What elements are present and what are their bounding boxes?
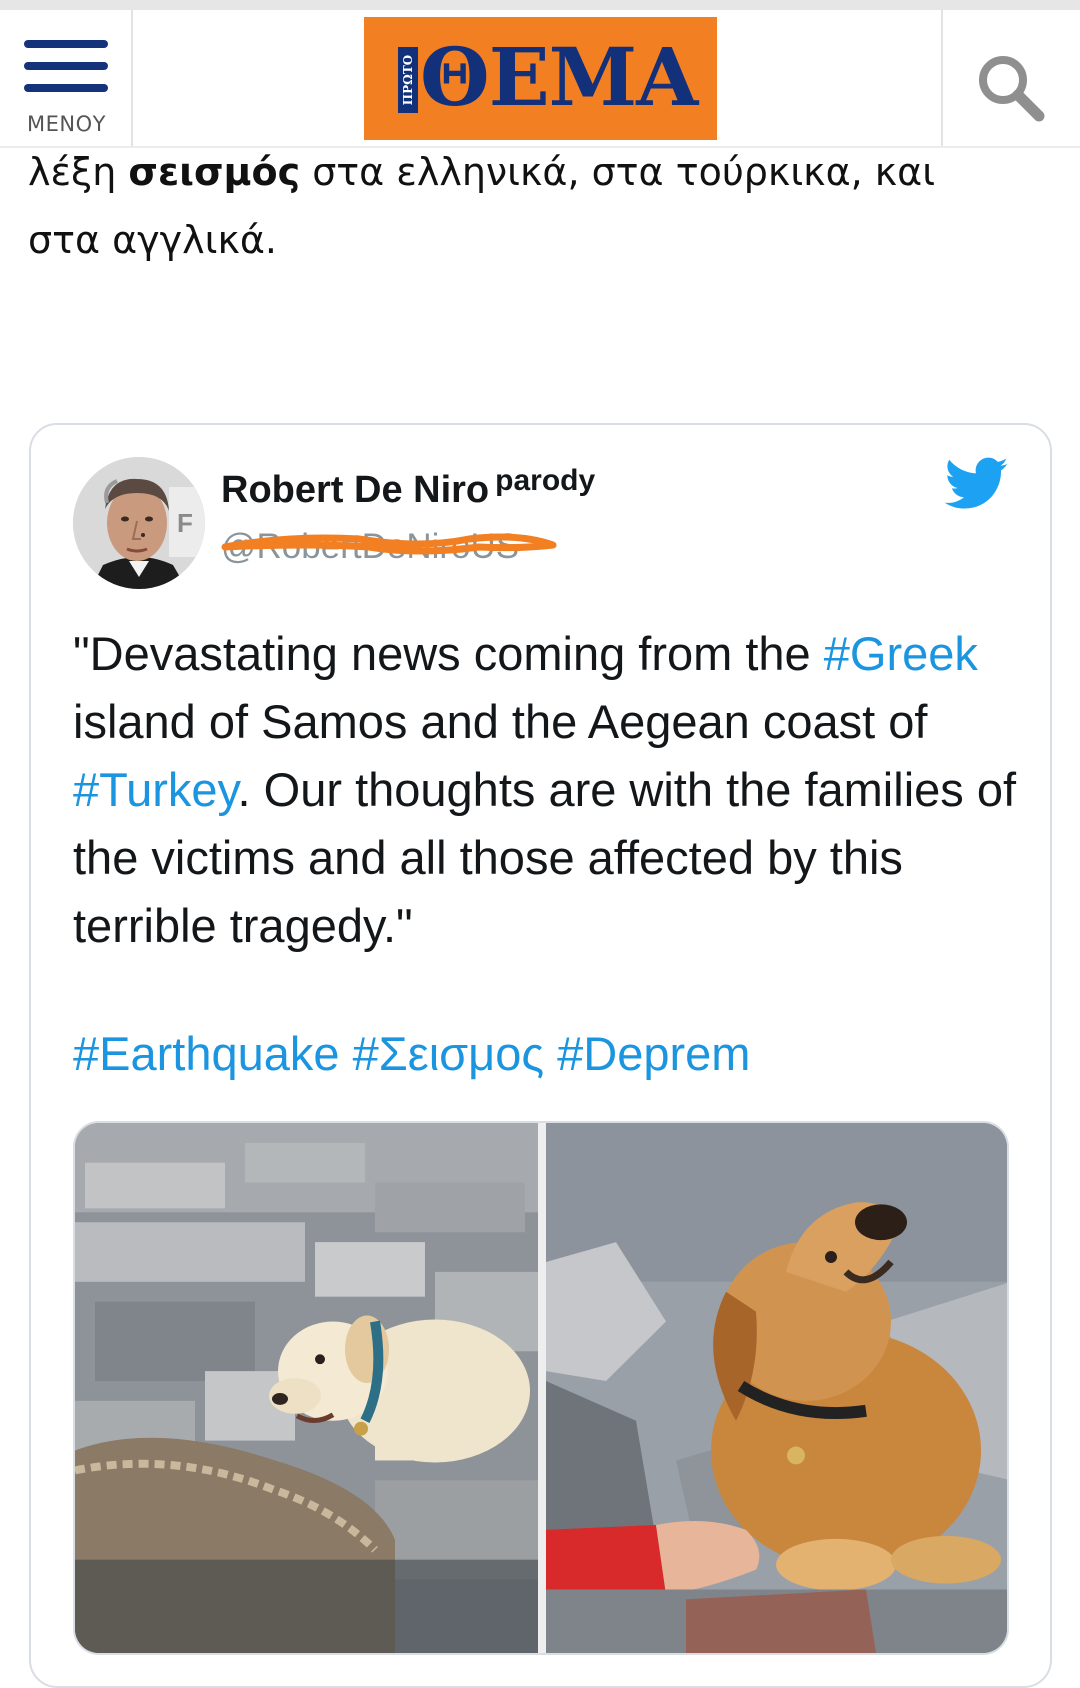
- redaction-scribble: [221, 533, 557, 555]
- site-header: ΜΕΝΟΥ ΠΡΩΤΟ ΘΕΜΑ: [0, 0, 1080, 148]
- search-button[interactable]: [941, 10, 1080, 146]
- twitter-bird-icon[interactable]: [945, 457, 1009, 511]
- dog-photo-left[interactable]: [75, 1123, 538, 1653]
- svg-text:F: F: [177, 508, 193, 538]
- article-line-1: λέξη σεισμός στα ελληνικά, στα τούρκικα,…: [28, 150, 936, 194]
- article-bold-word: σεισμός: [128, 150, 301, 194]
- hashtag-link[interactable]: #Greek: [824, 627, 978, 680]
- tweet-hashtags[interactable]: #Earthquake #Σεισμος #Deprem: [73, 1020, 1023, 1088]
- tweet-media[interactable]: [73, 1121, 1009, 1655]
- site-logo[interactable]: ΠΡΩΤΟ ΘΕΜΑ: [364, 17, 717, 140]
- menu-label: ΜΕΝΟΥ: [27, 112, 106, 136]
- avatar[interactable]: F: [73, 457, 205, 589]
- embedded-tweet[interactable]: F Robert De Niro parody @RobertDeNiroUS "…: [29, 423, 1052, 1688]
- author-name[interactable]: Robert De Niro parody: [221, 464, 595, 512]
- dog-photo-right[interactable]: [546, 1123, 1009, 1653]
- article-paragraph: λέξη σεισμός στα ελληνικά, στα τούρκικα,…: [28, 138, 1048, 274]
- logo-wordmark: ΘΕΜΑ: [420, 30, 698, 124]
- menu-button[interactable]: ΜΕΝΟΥ: [0, 10, 133, 146]
- tweet-text: "Devastating news coming from the #Greek…: [73, 627, 1017, 952]
- logo-prefix: ΠΡΩΤΟ: [401, 54, 415, 106]
- article-line-2: στα αγγλικά.: [28, 218, 277, 262]
- logo-prefix-box: ΠΡΩΤΟ: [398, 47, 418, 113]
- search-icon: [979, 56, 1045, 122]
- author-parody-tag: parody: [495, 464, 596, 497]
- hashtag-link[interactable]: #Turkey: [73, 763, 238, 816]
